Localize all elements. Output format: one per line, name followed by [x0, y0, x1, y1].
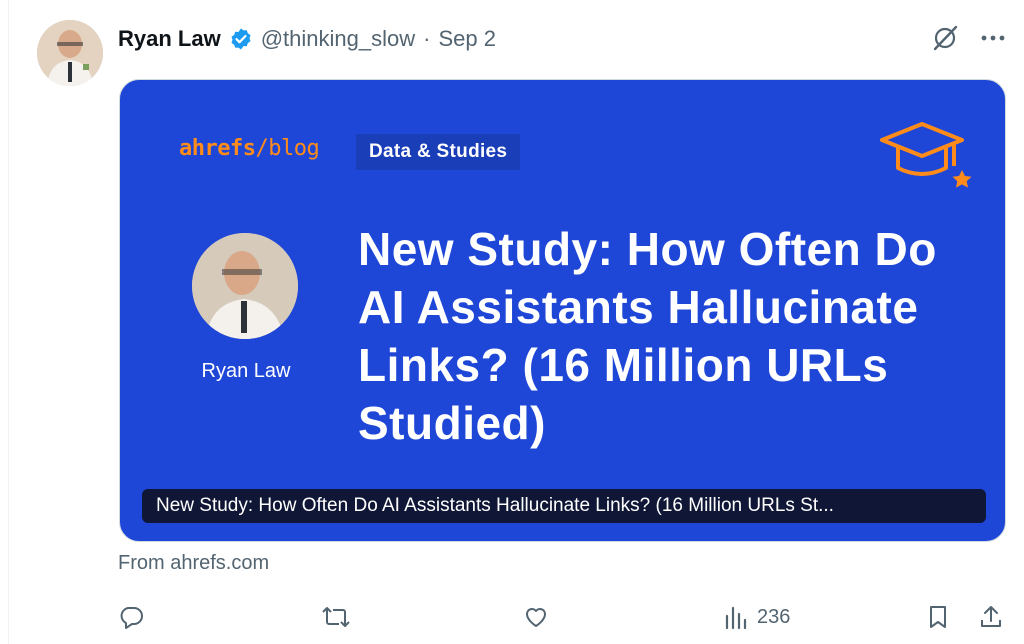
- link-title-overlay[interactable]: New Study: How Often Do AI Assistants Ha…: [142, 489, 986, 523]
- avatar-photo: [37, 20, 103, 86]
- grok-icon[interactable]: [927, 20, 963, 56]
- heart-icon: [526, 608, 546, 627]
- author-name[interactable]: Ryan Law: [118, 26, 221, 52]
- more-options-icon[interactable]: [975, 20, 1011, 56]
- author-handle[interactable]: @thinking_slow: [261, 26, 415, 52]
- reply-icon: [120, 607, 143, 629]
- meta-separator: ·: [423, 26, 431, 51]
- tweet-date[interactable]: Sep 2: [438, 26, 496, 52]
- brand-sub: blog: [268, 136, 320, 161]
- bookmark-icon: [930, 606, 946, 628]
- category-badge: Data & Studies: [356, 134, 521, 170]
- brand-main: ahrefs: [179, 136, 256, 161]
- link-source[interactable]: From ahrefs.com: [118, 552, 269, 575]
- link-title: New Study: How Often Do AI Assistants Ha…: [156, 495, 834, 516]
- timeline-border: [0, 0, 9, 644]
- article-headline: New Study: How Often Do AI Assistants Ha…: [358, 223, 937, 449]
- graduation-cap-icon: [880, 122, 972, 188]
- reply-button[interactable]: [118, 596, 144, 638]
- tweet-header: Ryan Law @thinking_slow · Sep 2: [118, 22, 496, 56]
- views-button[interactable]: 236: [723, 596, 790, 638]
- views-icon: [725, 606, 747, 630]
- bookmark-button[interactable]: [925, 596, 951, 638]
- ahrefs-blog-logo: ahrefs/blog: [179, 136, 320, 161]
- verified-badge-icon: [229, 27, 253, 51]
- link-preview-card[interactable]: ahrefs/blog Data & Studies Ryan Law New …: [119, 79, 1006, 542]
- retweet-button[interactable]: [321, 596, 351, 638]
- share-icon: [981, 606, 1001, 627]
- brand-slash: /: [255, 136, 269, 161]
- retweet-icon: [322, 607, 350, 627]
- tweet-action-bar: 236: [118, 596, 1008, 638]
- card-author-name: Ryan Law: [201, 360, 291, 382]
- card-author-avatar: [192, 233, 298, 339]
- like-button[interactable]: [523, 596, 549, 638]
- share-button[interactable]: [978, 596, 1004, 638]
- views-count: 236: [757, 605, 791, 628]
- author-avatar[interactable]: [37, 20, 103, 86]
